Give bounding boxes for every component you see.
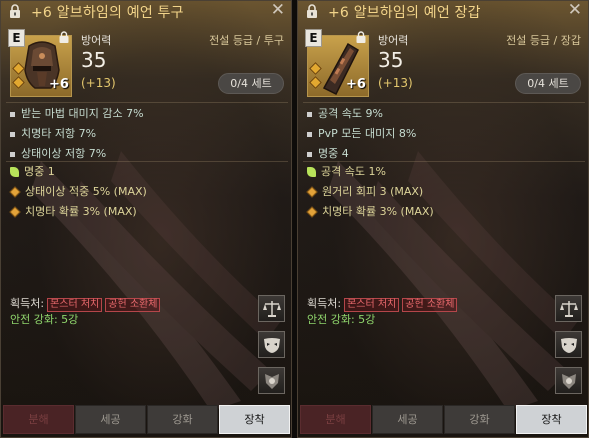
list-item: 받는 마법 대미지 감소 7%	[10, 105, 144, 125]
dismantle-button[interactable]: 분해	[3, 405, 74, 434]
bullet-icon	[307, 131, 312, 137]
acquire-tag[interactable]: 몬스터 처치	[47, 298, 103, 312]
acquire-label: 획득처:	[10, 297, 45, 310]
title-bar: +6 알브하임의 예언 투구 ✕	[1, 1, 291, 23]
compare-button[interactable]	[555, 295, 582, 322]
lock-icon[interactable]	[305, 4, 319, 19]
bullet-icon	[307, 111, 312, 117]
list-item: 상태이상 적중 5% (MAX)	[9, 183, 147, 203]
list-item: 명중 4	[307, 145, 416, 165]
list-item: 원거리 회피 3 (MAX)	[306, 183, 434, 203]
bullet-icon	[307, 151, 312, 157]
list-item: 치명타 확률 3% (MAX)	[9, 203, 147, 223]
bullet-icon	[10, 151, 15, 157]
grade-type: 전설 등급 / 장갑	[506, 34, 581, 47]
grade-type: 전설 등급 / 투구	[209, 34, 284, 47]
list-item: 공격 속도 1%	[307, 163, 434, 183]
close-icon[interactable]: ✕	[271, 1, 285, 19]
acquire-source: 획득처: 몬스터 처치 공헌 소환체	[307, 295, 458, 312]
grade-badge: E	[305, 29, 322, 47]
safe-enhance: 안전 강화: 5강	[10, 313, 79, 326]
crest-icon	[562, 374, 576, 389]
bullet-icon	[10, 131, 15, 137]
grade-badge: E	[8, 29, 25, 47]
divider	[6, 161, 288, 162]
enhance-button[interactable]: 강화	[444, 405, 515, 434]
dismantle-button[interactable]: 분해	[300, 405, 371, 434]
diamond-icon	[306, 186, 318, 198]
bullet-icon	[10, 111, 15, 117]
item-lock-icon	[59, 31, 69, 43]
crest-icon	[265, 374, 279, 389]
crest-button[interactable]	[258, 367, 285, 394]
diamond-icon	[9, 186, 21, 198]
main-stats-list: 받는 마법 대미지 감소 7% 치명타 저항 7% 상태이상 저항 7%	[10, 105, 144, 165]
refine-button[interactable]: 세공	[75, 405, 146, 434]
set-button[interactable]: 0/4 세트	[218, 73, 284, 94]
acquire-tag[interactable]: 공헌 소환체	[105, 298, 161, 312]
mask-icon	[561, 338, 577, 353]
acquire-tag[interactable]: 몬스터 처치	[344, 298, 400, 312]
list-item: PvP 모든 대미지 8%	[307, 125, 416, 145]
sub-stats-list: 명중 1 상태이상 적중 5% (MAX) 치명타 확률 3% (MAX)	[9, 163, 147, 223]
enhance-level: +6	[49, 77, 69, 92]
refine-button[interactable]: 세공	[372, 405, 443, 434]
stat-label: 방어력	[81, 34, 112, 47]
appearance-button[interactable]	[555, 331, 582, 358]
item-lock-icon	[356, 31, 366, 43]
close-icon[interactable]: ✕	[568, 1, 582, 19]
mask-icon	[264, 338, 280, 353]
item-tooltip-helmet: +6 알브하임의 예언 투구 ✕ E +6 방어력 35 (+13) 전설 등급…	[0, 0, 292, 438]
scale-icon	[263, 301, 281, 317]
stat-value: 35	[81, 48, 107, 72]
action-bar: 분해 세공 강화 장착	[300, 405, 588, 434]
item-title: +6 알브하임의 예언 투구	[31, 5, 184, 21]
scale-icon	[560, 301, 578, 317]
divider	[303, 161, 585, 162]
stat-value: 35	[378, 48, 404, 72]
enhance-level: +6	[346, 77, 366, 92]
item-title: +6 알브하임의 예언 장갑	[328, 5, 481, 21]
safe-enhance: 안전 강화: 5강	[307, 313, 376, 326]
acquire-label: 획득처:	[307, 297, 342, 310]
lock-icon[interactable]	[8, 4, 22, 19]
list-item: 상태이상 저항 7%	[10, 145, 144, 165]
sub-stats-list: 공격 속도 1% 원거리 회피 3 (MAX) 치명타 확률 3% (MAX)	[306, 163, 434, 223]
equip-button[interactable]: 장착	[516, 405, 587, 434]
list-item: 공격 속도 9%	[307, 105, 416, 125]
set-button[interactable]: 0/4 세트	[515, 73, 581, 94]
stat-label: 방어력	[378, 34, 409, 47]
acquire-source: 획득처: 몬스터 처치 공헌 소환체	[10, 295, 161, 312]
appearance-button[interactable]	[258, 331, 285, 358]
divider	[6, 102, 288, 103]
leaf-icon	[10, 167, 19, 177]
list-item: 치명타 저항 7%	[10, 125, 144, 145]
stat-bonus: (+13)	[378, 76, 413, 90]
action-bar: 분해 세공 강화 장착	[3, 405, 291, 434]
equip-button[interactable]: 장착	[219, 405, 290, 434]
divider	[303, 102, 585, 103]
stat-bonus: (+13)	[81, 76, 116, 90]
crest-button[interactable]	[555, 367, 582, 394]
enhance-button[interactable]: 강화	[147, 405, 218, 434]
list-item: 치명타 확률 3% (MAX)	[306, 203, 434, 223]
diamond-icon	[306, 206, 318, 218]
acquire-tag[interactable]: 공헌 소환체	[402, 298, 458, 312]
leaf-icon	[307, 167, 316, 177]
title-bar: +6 알브하임의 예언 장갑 ✕	[298, 1, 588, 23]
item-tooltip-gloves: +6 알브하임의 예언 장갑 ✕ E +6 방어력 35 (+13) 전설 등급…	[297, 0, 589, 438]
diamond-icon	[9, 206, 21, 218]
compare-button[interactable]	[258, 295, 285, 322]
list-item: 명중 1	[10, 163, 147, 183]
main-stats-list: 공격 속도 9% PvP 모든 대미지 8% 명중 4	[307, 105, 416, 165]
